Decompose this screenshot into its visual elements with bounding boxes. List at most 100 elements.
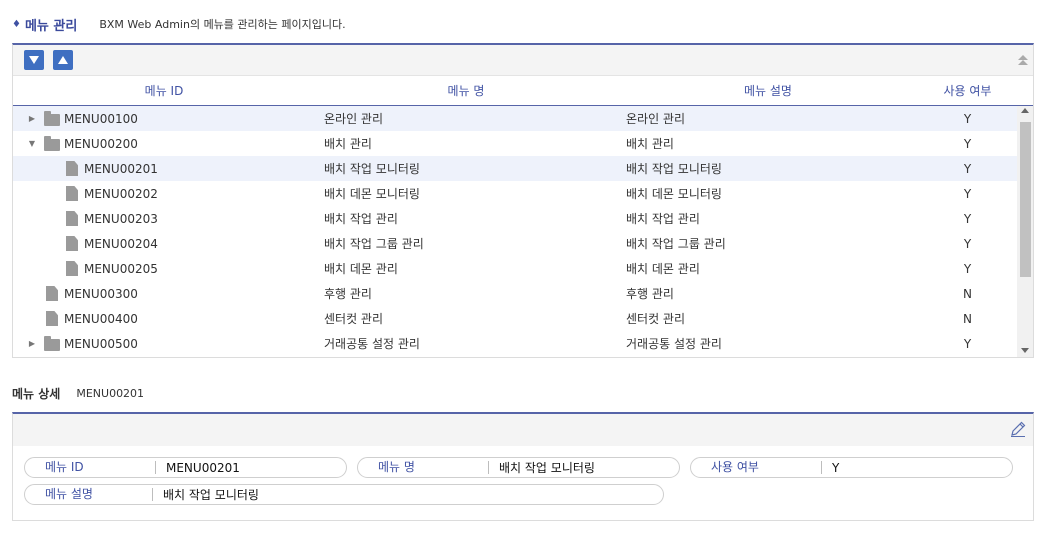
collapse-all-button[interactable]: [53, 50, 73, 70]
menu-desc-label: 메뉴 설명: [25, 488, 153, 501]
table-row[interactable]: ▶ MENU00100 온라인 관리 온라인 관리 Y: [13, 106, 1033, 131]
file-icon: [66, 211, 78, 226]
chevron-up-icon: [58, 56, 68, 64]
menu-name-cell: 온라인 관리: [324, 112, 384, 126]
use-yn-cell: Y: [963, 111, 972, 126]
menu-name-cell: 배치 데몬 관리: [324, 262, 398, 276]
menu-name-cell: 센터컷 관리: [324, 312, 384, 326]
tree-cell: MENU00203: [13, 206, 315, 231]
page-description: BXM Web Admin의 메뉴를 관리하는 페이지입니다.: [99, 18, 346, 31]
expand-arrow-icon[interactable]: ▶: [27, 114, 37, 124]
menu-name-value[interactable]: 배치 작업 모니터링: [489, 459, 595, 476]
menu-desc-cell: 배치 데몬 모니터링: [626, 187, 722, 201]
table-row[interactable]: ▶ MENU00500 거래공통 설정 관리 거래공통 설정 관리 Y: [13, 331, 1033, 356]
collapse-arrow-icon[interactable]: ▼: [27, 139, 37, 149]
file-icon: [66, 236, 78, 251]
menu-desc-cell: 배치 데몬 관리: [626, 262, 700, 276]
table-row-selected[interactable]: MENU00201 배치 작업 모니터링 배치 작업 모니터링 Y: [13, 156, 1033, 181]
menu-id-cell: MENU00100: [64, 111, 138, 126]
menu-name-cell: 후행 관리: [324, 287, 372, 301]
column-header-use-yn[interactable]: 사용 여부: [919, 82, 1016, 99]
menu-desc-field[interactable]: 메뉴 설명 배치 작업 모니터링: [24, 484, 664, 505]
detail-selected-id: MENU00201: [76, 386, 145, 400]
use-yn-field[interactable]: 사용 여부 Y: [690, 457, 1013, 478]
use-yn-value[interactable]: Y: [822, 461, 839, 475]
scroll-top-button[interactable]: [1017, 54, 1029, 68]
file-icon: [66, 186, 78, 201]
use-yn-cell: Y: [963, 211, 972, 226]
scroll-up-arrow-icon[interactable]: [1021, 108, 1029, 113]
use-yn-cell: Y: [963, 186, 972, 201]
expand-arrow-icon[interactable]: ▶: [27, 339, 37, 349]
page-title: 메뉴 관리: [24, 18, 78, 34]
tree-cell: MENU00400: [13, 306, 315, 331]
file-icon: [46, 286, 58, 301]
detail-title: 메뉴 상세: [12, 386, 61, 401]
column-header-menu-id[interactable]: 메뉴 ID: [13, 82, 315, 99]
menu-desc-cell: 배치 작업 관리: [626, 212, 700, 226]
page-header: ♦ 메뉴 관리 BXM Web Admin의 메뉴를 관리하는 페이지입니다.: [12, 12, 346, 36]
menu-id-label: 메뉴 ID: [25, 461, 156, 474]
tree-cell: ▶ MENU00100: [13, 106, 315, 131]
menu-id-value[interactable]: MENU00201: [156, 461, 240, 475]
menu-desc-cell: 배치 작업 그룹 관리: [626, 237, 726, 251]
menu-desc-cell: 배치 작업 모니터링: [626, 162, 722, 176]
folder-icon: [44, 111, 60, 126]
vertical-scrollbar[interactable]: [1017, 106, 1033, 357]
tree-cell: ▼ MENU00200: [13, 131, 315, 156]
menu-name-cell: 거래공통 설정 관리: [324, 337, 420, 351]
table-row[interactable]: MENU00205 배치 데몬 관리 배치 데몬 관리 Y: [13, 256, 1033, 281]
scrollbar-thumb[interactable]: [1020, 122, 1031, 277]
menu-name-cell: 배치 작업 모니터링: [324, 162, 420, 176]
menu-id-cell: MENU00203: [84, 211, 158, 226]
menu-name-cell: 배치 작업 관리: [324, 212, 398, 226]
column-header-menu-name[interactable]: 메뉴 명: [315, 82, 617, 99]
menu-id-cell: MENU00202: [84, 186, 158, 201]
table-row[interactable]: ▼ MENU00200 배치 관리 배치 관리 Y: [13, 131, 1033, 156]
tree-cell: MENU00202: [13, 181, 315, 206]
use-yn-cell: Y: [963, 236, 972, 251]
menu-name-cell: 배치 관리: [324, 137, 372, 151]
menu-tree-grid: 메뉴 ID 메뉴 명 메뉴 설명 사용 여부 ▶ MENU00100 온라인 관…: [12, 43, 1034, 358]
tree-cell: MENU00204: [13, 231, 315, 256]
grid-toolbar: [13, 45, 1033, 76]
tree-cell: MENU00205: [13, 256, 315, 281]
grid-body: ▶ MENU00100 온라인 관리 온라인 관리 Y ▼ MENU00200 …: [13, 106, 1033, 357]
menu-desc-value[interactable]: 배치 작업 모니터링: [153, 486, 259, 503]
menu-desc-cell: 센터컷 관리: [626, 312, 686, 326]
use-yn-cell: Y: [963, 261, 972, 276]
folder-open-icon: [44, 136, 60, 151]
use-yn-label: 사용 여부: [691, 461, 822, 474]
chevron-down-icon: [29, 56, 39, 64]
tree-cell: MENU00300: [13, 281, 315, 306]
table-row[interactable]: MENU00400 센터컷 관리 센터컷 관리 N: [13, 306, 1033, 331]
file-icon: [66, 161, 78, 176]
column-header-menu-desc[interactable]: 메뉴 설명: [617, 82, 919, 99]
use-yn-cell: N: [963, 286, 972, 301]
expand-all-button[interactable]: [24, 50, 44, 70]
menu-id-field[interactable]: 메뉴 ID MENU00201: [24, 457, 347, 478]
diamond-icon: ♦: [12, 18, 21, 30]
menu-desc-cell: 후행 관리: [626, 287, 674, 301]
scroll-down-arrow-icon[interactable]: [1021, 348, 1029, 353]
file-icon: [66, 261, 78, 276]
use-yn-cell: Y: [963, 161, 972, 176]
menu-id-cell: MENU00500: [64, 336, 138, 351]
menu-desc-cell: 온라인 관리: [626, 112, 686, 126]
table-row[interactable]: MENU00202 배치 데몬 모니터링 배치 데몬 모니터링 Y: [13, 181, 1033, 206]
tree-cell: ▶ MENU00500: [13, 331, 315, 356]
folder-icon: [44, 336, 60, 351]
table-row[interactable]: MENU00204 배치 작업 그룹 관리 배치 작업 그룹 관리 Y: [13, 231, 1033, 256]
menu-name-field[interactable]: 메뉴 명 배치 작업 모니터링: [357, 457, 680, 478]
menu-id-cell: MENU00400: [64, 311, 138, 326]
menu-desc-cell: 배치 관리: [626, 137, 674, 151]
table-row[interactable]: MENU00300 후행 관리 후행 관리 N: [13, 281, 1033, 306]
table-row[interactable]: MENU00203 배치 작업 관리 배치 작업 관리 Y: [13, 206, 1033, 231]
menu-name-cell: 배치 작업 그룹 관리: [324, 237, 424, 251]
menu-id-cell: MENU00201: [84, 161, 158, 176]
detail-header: 메뉴 상세 MENU00201: [12, 383, 144, 403]
detail-toolbar: [13, 414, 1033, 446]
menu-name-cell: 배치 데몬 모니터링: [324, 187, 420, 201]
use-yn-cell: Y: [963, 336, 972, 351]
pencil-icon[interactable]: [1009, 420, 1027, 438]
